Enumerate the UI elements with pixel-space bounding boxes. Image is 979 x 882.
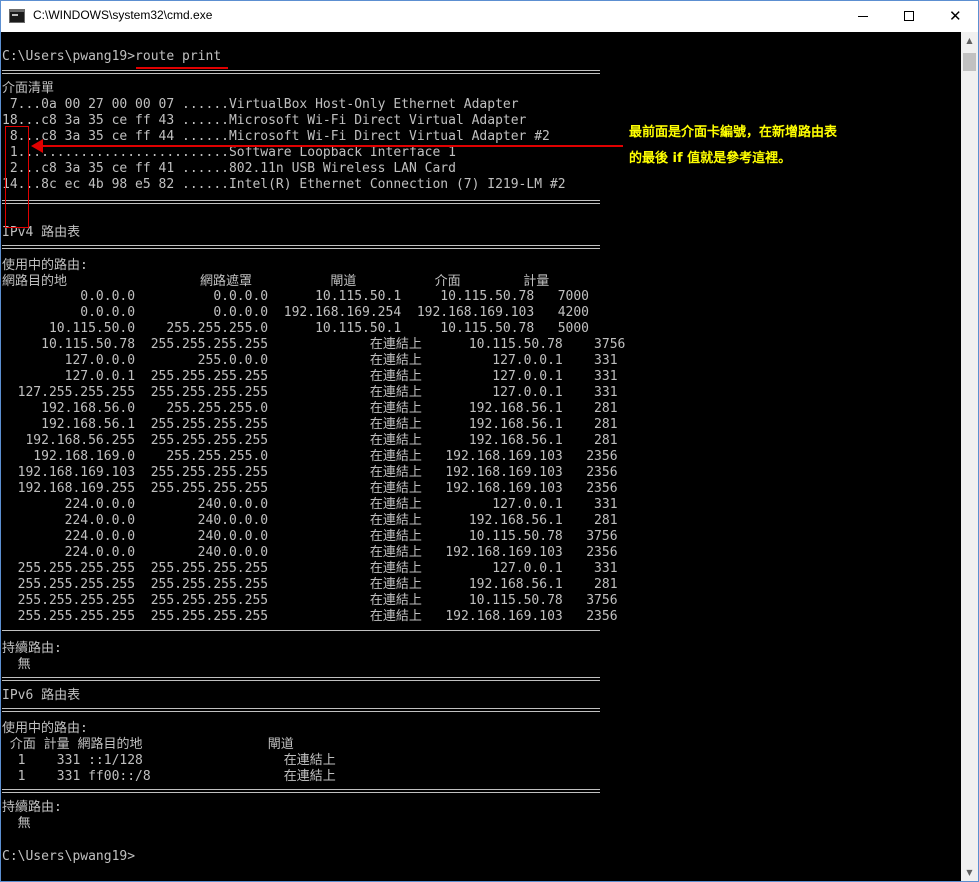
separator-line [2,792,600,793]
ipv4-route-row: 224.0.0.0 240.0.0.0 在連結上 192.168.56.1 28… [2,513,618,528]
separator-line [2,708,600,709]
ipv4-route-row: 10.115.50.0 255.255.255.0 10.115.50.1 10… [2,321,589,336]
active-routes-label: 使用中的路由: [2,258,88,273]
ipv4-route-row: 10.115.50.78 255.255.255.255 在連結上 10.115… [2,337,626,352]
ipv4-route-row: 224.0.0.0 240.0.0.0 在連結上 127.0.0.1 331 [2,497,618,512]
ipv4-route-row: 127.0.0.0 255.0.0.0 在連結上 127.0.0.1 331 [2,353,618,368]
final-command-prompt: C:\Users\pwang19> [2,849,136,864]
ipv6-route-row: 1 331 ff00::/8 在連結上 [2,769,336,784]
interface-number-highlight-box [5,126,29,228]
interface-row: 1...........................Software Loo… [2,145,456,160]
ipv4-column-headers: 網路目的地 網路遮罩 閘道 介面 計量 [2,274,550,289]
annotation-text-line-2: 的最後 if 值就是參考這裡。 [629,151,792,166]
ipv6-column-headers: 介面 計量 網路目的地 閘道 [2,737,294,752]
ipv4-route-row: 192.168.169.103 255.255.255.255 在連結上 192… [2,465,618,480]
ipv4-route-row: 255.255.255.255 255.255.255.255 在連結上 192… [2,577,618,592]
ipv4-route-row: 224.0.0.0 240.0.0.0 在連結上 192.168.169.103… [2,545,618,560]
ipv4-route-row: 192.168.169.255 255.255.255.255 在連結上 192… [2,481,618,496]
annotation-arrow-line [41,145,623,147]
ipv4-route-row: 192.168.169.0 255.255.255.0 在連結上 192.168… [2,449,618,464]
close-icon: ✕ [949,7,962,25]
ipv4-route-row: 224.0.0.0 240.0.0.0 在連結上 10.115.50.78 37… [2,529,618,544]
cmd-window: C:\WINDOWS\system32\cmd.exe ✕ C:\Users\p… [0,0,979,882]
separator-line [2,70,600,71]
ipv4-route-row: 192.168.56.1 255.255.255.255 在連結上 192.16… [2,417,618,432]
maximize-button[interactable] [886,1,932,32]
ipv4-route-row: 0.0.0.0 0.0.0.0 192.168.169.254 192.168.… [2,305,589,320]
minimize-button[interactable] [840,1,886,32]
interface-list-header: 介面清單 [2,81,55,96]
ipv4-route-row: 192.168.56.255 255.255.255.255 在連結上 192.… [2,433,618,448]
command-highlight-underline [136,67,228,69]
persistent-routes-label: 持續路由: [2,641,62,656]
separator-line [2,789,600,790]
ipv4-route-row: 255.255.255.255 255.255.255.255 在連結上 10.… [2,593,618,608]
persistent-routes-none: 無 [2,657,31,672]
separator-line [2,200,600,201]
ipv6-active-routes-label: 使用中的路由: [2,721,88,736]
console-app-icon[interactable] [9,9,25,23]
ipv6-route-row: 1 331 ::1/128 在連結上 [2,753,336,768]
ipv4-route-row: 255.255.255.255 255.255.255.255 在連結上 192… [2,609,618,624]
separator-line [2,245,600,246]
maximize-icon [904,11,914,21]
interface-row: 18...c8 3a 35 ce ff 43 ......Microsoft W… [2,113,527,128]
interface-row: 7...0a 00 27 00 00 07 ......VirtualBox H… [2,97,519,112]
separator-line [2,677,600,678]
ipv4-route-row: 255.255.255.255 255.255.255.255 在連結上 127… [2,561,618,576]
ipv4-route-row: 127.0.0.1 255.255.255.255 在連結上 127.0.0.1… [2,369,618,384]
annotation-arrow-head-icon [31,139,43,153]
scroll-thumb[interactable] [963,53,976,71]
annotation-text-line-1: 最前面是介面卡編號，在新增路由表 [629,125,838,140]
separator-line [2,680,600,681]
ipv4-route-row: 0.0.0.0 0.0.0.0 10.115.50.1 10.115.50.78… [2,289,589,304]
interface-row: 8...c8 3a 35 ce ff 44 ......Microsoft Wi… [2,129,550,144]
close-button[interactable]: ✕ [932,1,978,32]
ipv4-route-row: 192.168.56.0 255.255.255.0 在連結上 192.168.… [2,401,618,416]
ipv4-route-row: 127.255.255.255 255.255.255.255 在連結上 127… [2,385,618,400]
ipv6-persistent-routes-label: 持續路由: [2,800,62,815]
vertical-scrollbar[interactable]: ▲ ▼ [961,32,978,881]
title-bar[interactable]: C:\WINDOWS\system32\cmd.exe ✕ [1,1,978,32]
console-output[interactable]: C:\Users\pwang19>route print 介面清單 7...0a … [1,32,961,881]
separator-line [2,248,600,249]
interface-row: 14...8c ec 4b 98 e5 82 ......Intel(R) Et… [2,177,566,192]
ipv6-persistent-routes-none: 無 [2,816,31,831]
separator-line [2,630,600,631]
window-title: C:\WINDOWS\system32\cmd.exe [33,8,213,22]
separator-line [2,203,600,204]
interface-row: 2...c8 3a 35 ce ff 41 ......802.11n USB … [2,161,456,176]
scroll-up-arrow-icon[interactable]: ▲ [961,32,978,49]
minimize-icon [858,16,868,17]
scroll-down-arrow-icon[interactable]: ▼ [961,864,978,881]
ipv6-route-table-header: IPv6 路由表 [2,688,81,703]
command-prompt-line: C:\Users\pwang19>route print [2,49,222,64]
separator-line [2,73,600,74]
separator-line [2,711,600,712]
